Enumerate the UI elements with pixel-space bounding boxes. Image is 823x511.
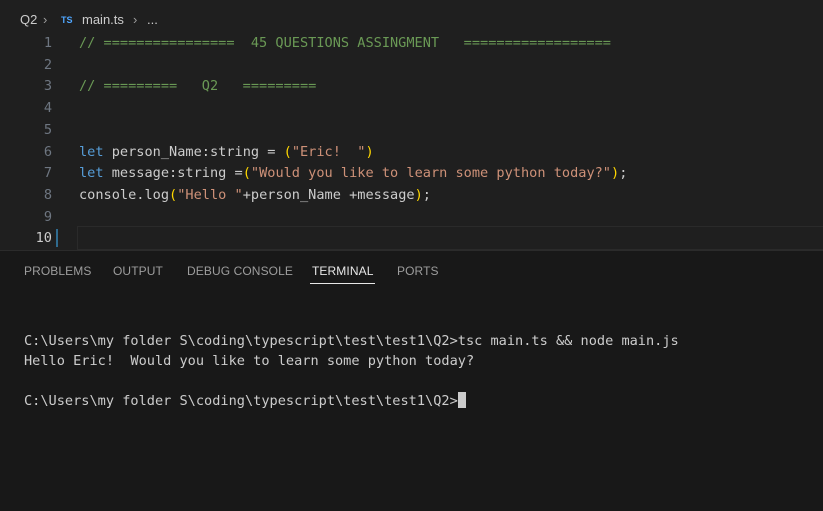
- terminal-line: C:\Users\my folder S\coding\typescript\t…: [24, 391, 814, 411]
- line-number: 9: [43, 208, 52, 225]
- tab-terminal[interactable]: TERMINAL: [309, 264, 376, 284]
- terminal-line: Hello Eric! Would you like to learn some…: [24, 351, 814, 371]
- code-token: console.log: [79, 186, 170, 203]
- tab-ports[interactable]: PORTS: [397, 264, 439, 278]
- line-number: 8: [43, 186, 52, 203]
- code-line[interactable]: 6 let person_Name:string = ("Eric! "): [0, 141, 823, 163]
- code-token: let: [79, 143, 104, 160]
- panel-tabs: PROBLEMS OUTPUT DEBUG CONSOLE TERMINAL P…: [0, 251, 823, 287]
- git-change-marker: [56, 229, 58, 248]
- code-token: ): [414, 186, 423, 203]
- breadcrumb-separator: ›: [43, 12, 48, 27]
- terminal-text: C:\Users\my folder S\coding\typescript\t…: [24, 333, 679, 349]
- code-text: let person_Name:string = ("Eric! "): [79, 141, 374, 163]
- tab-debug-console[interactable]: DEBUG CONSOLE: [187, 264, 293, 278]
- code-line[interactable]: 1 // ================ 45 QUESTIONS ASSING…: [0, 32, 823, 54]
- code-token: message:string =: [103, 165, 243, 182]
- terminal-line: C:\Users\my folder S\coding\typescript\t…: [24, 331, 814, 351]
- code-token: let: [79, 165, 104, 182]
- code-line[interactable]: 3 // ========= Q2 =========: [0, 75, 823, 97]
- code-token: (: [169, 186, 178, 203]
- code-token: "Hello ": [177, 186, 243, 203]
- line-number: 1: [43, 35, 52, 51]
- code-line[interactable]: 10: [0, 226, 823, 251]
- code-line[interactable]: 9: [0, 206, 823, 228]
- code-token: // ========= Q2 =========: [79, 78, 317, 95]
- terminal-cursor: [457, 392, 466, 408]
- code-token: (: [242, 165, 251, 182]
- code-token: ): [611, 165, 620, 182]
- current-line-highlight: [77, 226, 823, 251]
- code-text: // ================ 45 QUESTIONS ASSINGM…: [79, 32, 611, 54]
- terminal-text: C:\Users\my folder S\coding\typescript\t…: [24, 393, 458, 409]
- line-number: 7: [43, 165, 52, 182]
- tab-problems[interactable]: PROBLEMS: [24, 264, 92, 278]
- line-number: 6: [43, 143, 52, 160]
- breadcrumb-folder[interactable]: Q2: [20, 12, 37, 27]
- code-line[interactable]: 2: [0, 54, 823, 76]
- bottom-panel: PROBLEMS OUTPUT DEBUG CONSOLE TERMINAL P…: [0, 250, 823, 511]
- code-line[interactable]: 8 console.log("Hello "+person_Name +messa…: [0, 184, 823, 206]
- code-text: let message:string =("Would you like to …: [79, 162, 627, 184]
- code-line[interactable]: 4: [0, 97, 823, 119]
- breadcrumb-separator: ›: [133, 12, 138, 27]
- code-text: // ========= Q2 =========: [79, 75, 316, 97]
- code-token: "Would you like to learn some python tod…: [250, 165, 611, 182]
- code-token: ;: [422, 186, 431, 203]
- line-number: 3: [43, 78, 52, 95]
- line-number: 10: [35, 230, 52, 247]
- tab-output[interactable]: OUTPUT: [113, 264, 163, 278]
- terminal-output[interactable]: C:\Users\my folder S\coding\typescript\t…: [24, 331, 814, 411]
- terminal-text: Hello Eric! Would you like to learn some…: [24, 353, 475, 369]
- code-token: +person_Name +message: [242, 186, 415, 203]
- code-token: "Eric! ": [291, 143, 366, 160]
- code-token: (: [283, 143, 292, 160]
- code-token: ;: [619, 165, 628, 182]
- line-number: 5: [43, 121, 52, 138]
- code-line[interactable]: 5: [0, 119, 823, 141]
- code-text: console.log("Hello "+person_Name +messag…: [79, 184, 431, 206]
- typescript-file-icon: TS: [61, 15, 73, 25]
- breadcrumb-file[interactable]: main.ts: [82, 12, 124, 27]
- line-number: 2: [43, 56, 52, 73]
- code-token: ): [365, 143, 374, 160]
- code-token: person_Name:string =: [103, 143, 284, 160]
- code-line[interactable]: 7 let message:string =("Would you like to…: [0, 162, 823, 184]
- code-editor[interactable]: 1 // ================ 45 QUESTIONS ASSING…: [0, 32, 823, 251]
- line-number: 4: [43, 100, 52, 117]
- breadcrumb-more[interactable]: ...: [147, 12, 158, 27]
- code-token: // ================ 45 QUESTIONS ASSINGM…: [79, 35, 611, 51]
